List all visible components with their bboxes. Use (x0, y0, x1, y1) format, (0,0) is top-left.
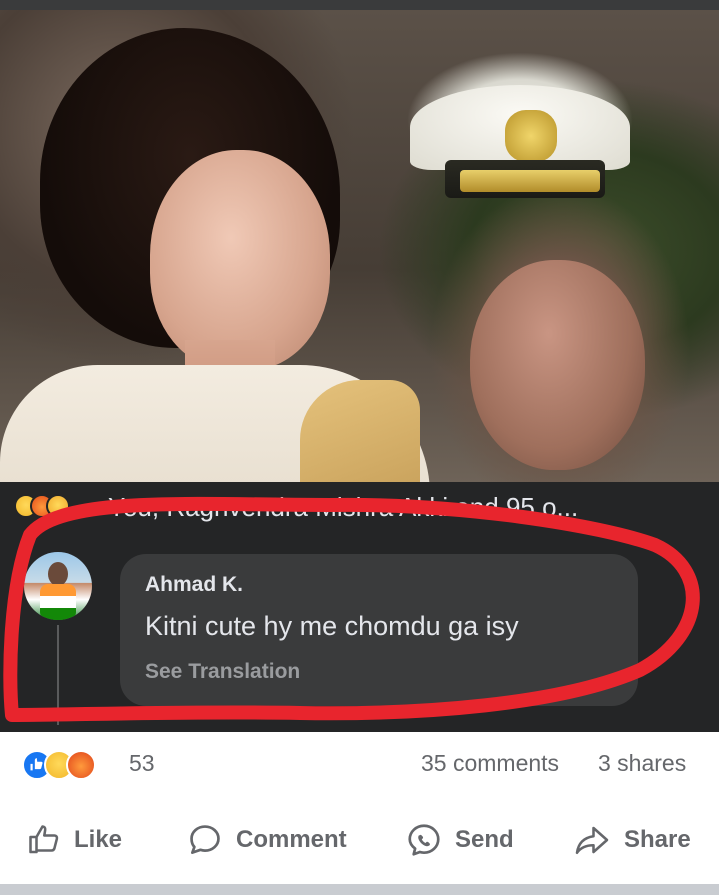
angry-reaction-icon (66, 750, 96, 780)
share-arrow-icon (575, 826, 609, 855)
send-button[interactable]: Send (405, 816, 514, 864)
comment-bubble-icon (190, 825, 220, 855)
comment-button[interactable]: Comment (186, 816, 347, 864)
photo-dress-border (300, 380, 420, 482)
comments-count[interactable]: 35 comments (421, 750, 559, 777)
photo-cap-gold-braid (460, 170, 600, 192)
messenger-icon (408, 824, 440, 856)
see-translation-link[interactable]: See Translation (145, 660, 300, 684)
photo-man-head (470, 260, 645, 470)
share-button[interactable]: Share (572, 816, 691, 864)
like-button[interactable]: Like (26, 816, 122, 864)
comment-text: Kitni cute hy me chomdu ga isy (145, 611, 519, 641)
shares-count[interactable]: 3 shares (598, 750, 686, 777)
bottom-divider (0, 884, 719, 895)
post-photo[interactable] (0, 10, 719, 482)
send-label: Send (455, 826, 514, 853)
care-reaction-icon (46, 494, 70, 518)
share-label: Share (624, 826, 691, 853)
comment-author[interactable]: Ahmad K. (145, 573, 243, 597)
thread-line (57, 625, 59, 725)
reaction-icons-top[interactable] (14, 494, 70, 518)
avatar-flag (40, 584, 76, 620)
top-bar (0, 0, 719, 10)
reaction-count[interactable]: 53 (129, 750, 155, 777)
comment-label: Comment (236, 826, 347, 853)
liked-by-text[interactable]: You, Raghvendra Mishra Akki and 95 o... (108, 492, 578, 523)
stat-reaction-icons[interactable] (22, 750, 96, 780)
like-label: Like (74, 826, 123, 853)
photo-woman-face (150, 150, 330, 370)
thumbs-up-icon (29, 825, 59, 854)
avatar-head (48, 562, 68, 586)
photo-cap-badge (505, 110, 557, 162)
avatar[interactable] (24, 552, 92, 620)
